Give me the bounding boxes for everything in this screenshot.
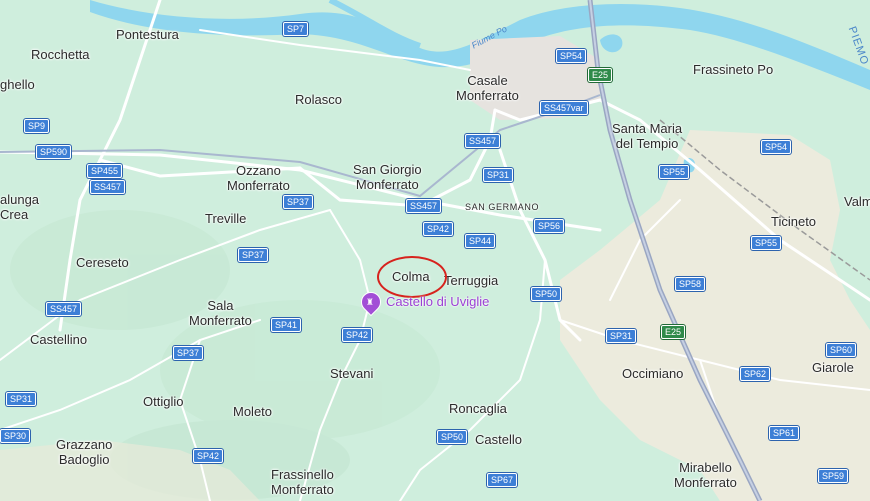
road-shield: SP44 xyxy=(465,234,496,248)
place-label[interactable]: Moleto xyxy=(233,404,272,419)
place-label[interactable]: Rocchetta xyxy=(31,47,90,62)
road-shield: SP42 xyxy=(193,449,224,463)
road-shield: SP30 xyxy=(0,429,31,443)
place-label[interactable]: Terruggia xyxy=(444,273,498,288)
place-label[interactable]: Occimiano xyxy=(622,366,683,381)
road-shield: SP55 xyxy=(751,236,782,250)
road-shield: SP7 xyxy=(283,22,309,36)
road-shield: SP62 xyxy=(740,367,771,381)
place-label[interactable]: Frassinello Monferrato xyxy=(271,467,334,497)
road-shield: SP59 xyxy=(818,469,849,483)
place-label[interactable]: Casale Monferrato xyxy=(456,73,519,103)
poi-label[interactable]: Castello di Uviglie xyxy=(386,294,489,309)
road-shield: SS457 xyxy=(465,134,501,148)
road-shield: SP61 xyxy=(769,426,800,440)
place-label[interactable]: Ozzano Monferrato xyxy=(227,163,290,193)
road-shield: SP55 xyxy=(659,165,690,179)
road-shield: SP50 xyxy=(437,430,468,444)
road-shield: SP31 xyxy=(6,392,37,406)
place-label[interactable]: Treville xyxy=(205,211,246,226)
place-label[interactable]: Ottiglio xyxy=(143,394,183,409)
place-label[interactable]: Cereseto xyxy=(76,255,129,270)
road-shield: SS457var xyxy=(540,101,588,115)
road-shield: SP41 xyxy=(271,318,302,332)
place-label[interactable]: SAN GERMANO xyxy=(465,200,539,215)
road-shield: SS457 xyxy=(90,180,126,194)
road-shield: E25 xyxy=(661,325,686,339)
place-label[interactable]: Roncaglia xyxy=(449,401,507,416)
road-shield: SP56 xyxy=(534,219,565,233)
road-shield: SP37 xyxy=(173,346,204,360)
road-shield: SP37 xyxy=(283,195,314,209)
road-shield: SP31 xyxy=(483,168,514,182)
road-shield: SP42 xyxy=(423,222,454,236)
place-label[interactable]: San Giorgio Monferrato xyxy=(353,162,422,192)
place-label[interactable]: Sala Monferrato xyxy=(189,298,252,328)
place-label[interactable]: Valm xyxy=(844,194,870,209)
road-shield: SP60 xyxy=(826,343,857,357)
place-label[interactable]: Pontestura xyxy=(116,27,179,42)
place-label[interactable]: alunga Crea xyxy=(0,192,39,222)
road-shield: E25 xyxy=(588,68,613,82)
place-label[interactable]: Giarole xyxy=(812,360,854,375)
road-shield: SP455 xyxy=(87,164,123,178)
place-label[interactable]: Santa Maria del Tempio xyxy=(612,121,682,151)
place-label[interactable]: ghello xyxy=(0,77,35,92)
road-shield: SP67 xyxy=(487,473,518,487)
road-shield: SS457 xyxy=(406,199,442,213)
place-label[interactable]: Ticineto xyxy=(771,214,816,229)
place-label[interactable]: Stevani xyxy=(330,366,373,381)
highlight-circle xyxy=(377,256,447,298)
road-shield: SP9 xyxy=(24,119,50,133)
lake xyxy=(600,34,623,53)
place-label[interactable]: Castello xyxy=(475,432,522,447)
road-shield: SP58 xyxy=(675,277,706,291)
road-shield: SP54 xyxy=(556,49,587,63)
map-canvas[interactable]: Pontestura Rocchetta ghello Rolasco Casa… xyxy=(0,0,870,501)
place-label[interactable]: Rolasco xyxy=(295,92,342,107)
place-label[interactable]: Frassineto Po xyxy=(693,62,773,77)
road-shield: SP50 xyxy=(531,287,562,301)
road-shield: SP42 xyxy=(342,328,373,342)
plain-area xyxy=(560,130,870,501)
road-shield: SP31 xyxy=(606,329,637,343)
road-shield: SP37 xyxy=(238,248,269,262)
place-label[interactable]: Grazzano Badoglio xyxy=(56,437,112,467)
road-shield: SS457 xyxy=(46,302,82,316)
place-label[interactable]: Mirabello Monferrato xyxy=(674,460,737,490)
road-shield: SP590 xyxy=(36,145,72,159)
road-shield: SP54 xyxy=(761,140,792,154)
place-label[interactable]: Castellino xyxy=(30,332,87,347)
